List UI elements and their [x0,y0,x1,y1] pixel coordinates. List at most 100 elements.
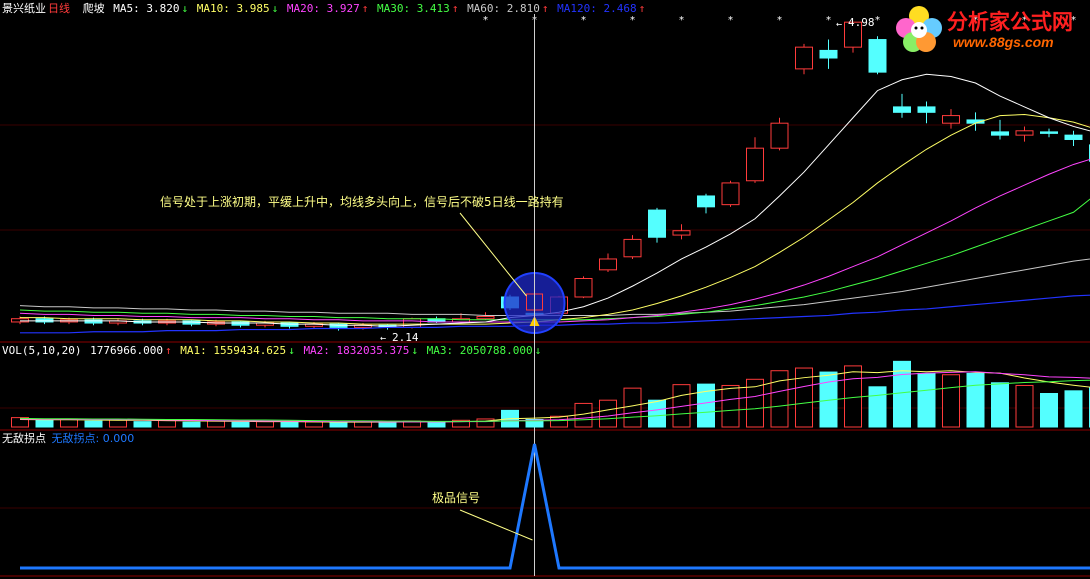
high-price-arrow-icon: ← [836,19,842,30]
vol-ma1: MA1: 1559434.625 [180,344,287,357]
signal-annotation: 信号处于上涨初期，平缓上升中，均线多头向上，信号后不破5日线一路持有 [160,195,564,209]
star-marker-icon: * [630,15,636,26]
star-marker-icon: * [777,15,783,26]
template-name: 爬坡 [82,2,105,15]
stock-chart[interactable]: *************←← [0,0,1090,579]
vol-ma2-arrow-icon: ↓ [411,344,419,357]
star-marker-icon: * [581,15,587,26]
ma30-value: MA30: 3.413 [376,2,450,15]
volume-bar [35,419,54,428]
candle-body [917,106,936,113]
annotation-pointer [459,212,527,297]
volume-bar [991,382,1009,428]
volume-bar [207,420,225,428]
volume-bar [378,421,397,428]
vol-ma3: MA3: 2050788.000 [426,344,533,357]
volume-bar [84,420,103,428]
volume-bar [256,421,274,428]
period-label[interactable]: 日线 [48,2,70,15]
volume-bar [280,421,299,428]
volume-bar [868,386,887,428]
candle-body [35,318,54,323]
candle-body [721,182,740,206]
high-price-label: 4.98 [848,16,875,29]
candle-body [1064,134,1083,140]
candle-body [893,106,911,113]
volume-bar [427,421,446,428]
vol-ma1-arrow-icon: ↓ [288,344,295,357]
site-logo: 分析家公式网 www.88gs.com [893,2,1090,54]
vol-value: 1776966.000 [90,344,163,357]
candle-body [648,209,666,238]
low-price-arrow-icon: ← [380,333,386,344]
ma30-arrow-icon: ↑ [451,2,459,15]
indicator-line [20,443,1090,570]
ma10-value: MA10: 3.985 [196,2,270,15]
candle-body [476,316,495,320]
volume-bar [305,421,323,428]
volume-bar [721,384,740,428]
volume-bar [550,415,568,428]
flower-logo-icon [896,6,942,52]
candle-body [574,278,593,298]
indicator-header: 无敌拐点 无敌拐点: 0.000 [2,432,136,446]
star-marker-icon: * [483,15,489,26]
candle-body [1015,130,1034,136]
candle-body [623,238,642,258]
volume-bar [1015,384,1034,428]
star-marker-icon: * [679,15,685,26]
low-price-label: 2.14 [392,331,419,344]
indicator-title[interactable]: 无敌拐点 [2,432,46,445]
candle-body [403,318,421,328]
vol-ma3-arrow-icon: ↓ [534,344,542,357]
star-marker-icon: * [826,15,832,26]
vol-arrow-icon: ↑ [164,344,172,357]
volume-bar [1040,393,1058,428]
volume-bar [231,421,250,428]
candle-body [770,122,789,149]
volume-bar [648,399,666,428]
volume-bar [623,387,642,428]
volume-bar [133,421,152,428]
candle-body [672,230,691,236]
candle-body [697,195,715,208]
vol-header: VOL(5,10,20) 1776966.000 ↑ MA1: 1559434.6… [2,344,543,358]
candle-body [11,318,29,323]
star-marker-icon: * [875,15,881,26]
volume-bar [1064,390,1083,428]
indicator-annotation: 极品信号 [432,491,481,505]
ma5-arrow-icon: ↓ [181,2,189,15]
volume-bar [599,399,617,428]
volume-bar [942,374,960,428]
volume-bar [844,365,862,428]
volume-bar [329,422,348,428]
candle-body [819,49,838,59]
volume-bar [917,372,936,428]
ma120-arrow-icon: ↑ [638,2,646,15]
main-chart-header: 景兴纸业 日线 爬坡 MA5: 3.820 ↓ MA10: 3.985 ↓ MA20:… [2,2,647,16]
ma5-value: MA5: 3.820 [113,2,180,15]
stock-name[interactable]: 景兴纸业 [2,2,46,15]
ma60-arrow-icon: ↑ [541,2,549,15]
candle-body [795,46,813,70]
candle-body [84,319,103,324]
candle-body [991,131,1009,136]
vol-title[interactable]: VOL(5,10,20) [2,344,81,357]
candle-body [942,115,960,124]
star-marker-icon: * [728,15,734,26]
volume-bar [182,421,201,428]
volume-bar [109,419,127,428]
ma20-value: MA20: 3.927 [286,2,360,15]
candle-body [1040,131,1058,134]
volume-bar [966,372,985,428]
vol-ma2: MA2: 1832035.375 [303,344,410,357]
logo-url: www.88gs.com [953,34,1054,50]
ma20-arrow-icon: ↑ [361,2,369,15]
volume-bar [158,420,176,428]
ma60-value: MA60: 2.810 [467,2,540,15]
candle-body [599,258,617,271]
ma120-value: MA120: 2.468 [557,2,637,15]
logo-title: 分析家公式网 [947,10,1073,34]
candle-body [746,147,764,182]
ma10-arrow-icon: ↓ [271,2,279,15]
